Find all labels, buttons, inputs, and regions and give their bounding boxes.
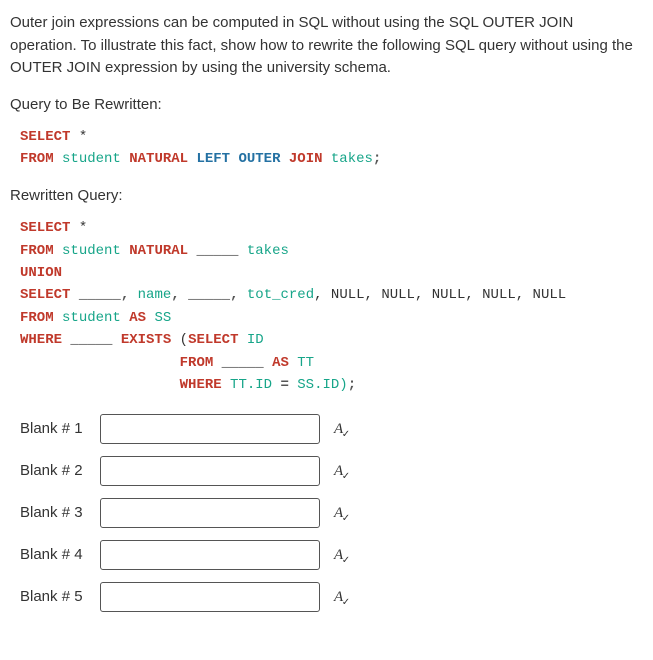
blanks-container: Blank # 1 A Blank # 2 A Blank # 3 A Blan… (20, 414, 643, 612)
blank-row-2: Blank # 2 A (20, 456, 643, 486)
blank-row-3: Blank # 3 A (20, 498, 643, 528)
blank-label-3: Blank # 3 (20, 502, 100, 525)
blank-label-4: Blank # 4 (20, 544, 100, 567)
spellcheck-icon[interactable]: A (334, 460, 343, 483)
spellcheck-icon[interactable]: A (334, 544, 343, 567)
blank-input-3[interactable] (100, 498, 320, 528)
blank-row-1: Blank # 1 A (20, 414, 643, 444)
query-to-rewrite-label: Query to Be Rewritten: (10, 94, 643, 117)
blank-input-5[interactable] (100, 582, 320, 612)
rewritten-query-label: Rewritten Query: (10, 185, 643, 208)
blank-input-2[interactable] (100, 456, 320, 486)
blank-input-1[interactable] (100, 414, 320, 444)
intro-text: Outer join expressions can be computed i… (10, 12, 643, 80)
blank-label-2: Blank # 2 (20, 460, 100, 483)
blank-label-1: Blank # 1 (20, 418, 100, 441)
spellcheck-icon[interactable]: A (334, 586, 343, 609)
spellcheck-icon[interactable]: A (334, 502, 343, 525)
spellcheck-icon[interactable]: A (334, 418, 343, 441)
blank-input-4[interactable] (100, 540, 320, 570)
rewritten-query-code: SELECT * FROM student NATURAL _____ take… (20, 217, 643, 396)
original-query-code: SELECT * FROM student NATURAL LEFT OUTER… (20, 126, 643, 171)
blank-label-5: Blank # 5 (20, 586, 100, 609)
blank-row-4: Blank # 4 A (20, 540, 643, 570)
blank-row-5: Blank # 5 A (20, 582, 643, 612)
